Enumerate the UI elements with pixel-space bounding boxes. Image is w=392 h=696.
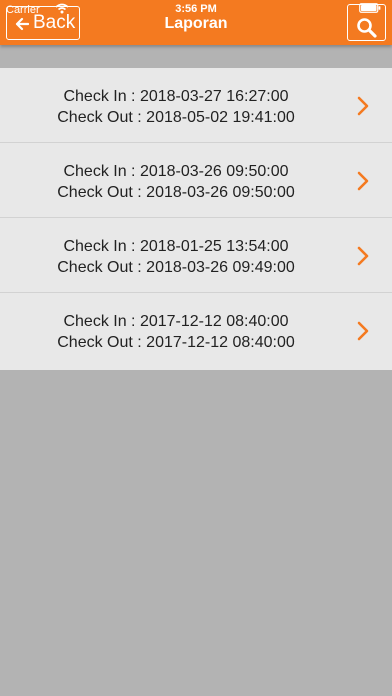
navigation-bar: Carrier 3:56 PM Back Laporan <box>0 0 392 45</box>
check-out-text: Check Out : 2018-05-02 19:41:00 <box>57 109 295 126</box>
report-row-text: Check In : 2017-12-12 08:40:00 Check Out… <box>0 311 352 353</box>
report-row-text: Check In : 2018-03-26 09:50:00 Check Out… <box>0 161 352 203</box>
check-in-text: Check In : 2018-03-27 16:27:00 <box>63 88 289 105</box>
chevron-right-icon <box>357 321 369 341</box>
report-row[interactable]: Check In : 2017-12-12 08:40:00 Check Out… <box>0 293 392 370</box>
check-out-text: Check Out : 2017-12-12 08:40:00 <box>57 334 295 351</box>
check-in-text: Check In : 2018-01-25 13:54:00 <box>63 238 289 255</box>
check-out-text: Check Out : 2018-03-26 09:49:00 <box>57 259 295 276</box>
list-top-spacer <box>0 45 392 68</box>
page-title: Laporan <box>164 15 228 32</box>
check-in-text: Check In : 2017-12-12 08:40:00 <box>63 313 289 330</box>
chevron-right-icon <box>357 246 369 266</box>
report-list: Check In : 2018-03-27 16:27:00 Check Out… <box>0 68 392 370</box>
check-out-text: Check Out : 2018-03-26 09:50:00 <box>57 184 295 201</box>
report-row[interactable]: Check In : 2018-03-27 16:27:00 Check Out… <box>0 68 392 143</box>
report-row[interactable]: Check In : 2018-03-26 09:50:00 Check Out… <box>0 143 392 218</box>
search-icon <box>357 18 377 38</box>
battery-icon <box>359 3 381 13</box>
chevron-right-icon <box>357 96 369 116</box>
report-row-text: Check In : 2018-03-27 16:27:00 Check Out… <box>0 86 352 128</box>
report-row-text: Check In : 2018-01-25 13:54:00 Check Out… <box>0 236 352 278</box>
check-in-text: Check In : 2018-03-26 09:50:00 <box>63 163 289 180</box>
report-row[interactable]: Check In : 2018-01-25 13:54:00 Check Out… <box>0 218 392 293</box>
chevron-right-icon <box>357 171 369 191</box>
